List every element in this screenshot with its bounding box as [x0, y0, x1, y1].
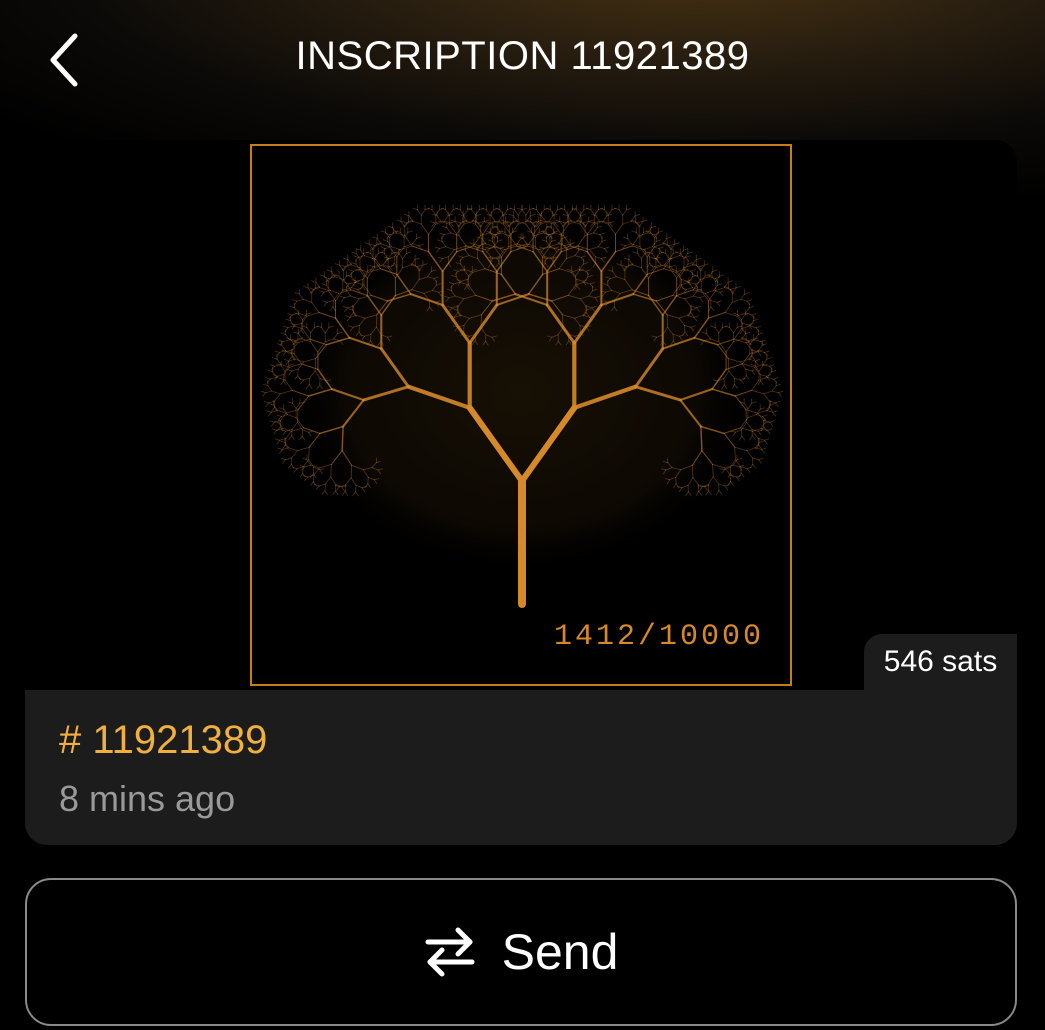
inscription-card[interactable]: 1412/10000 546 sats # 11921389 8 mins ag…	[25, 140, 1017, 845]
page-title: INSCRIPTION 11921389	[295, 34, 750, 78]
timestamp: 8 mins ago	[59, 778, 236, 819]
send-label: Send	[501, 924, 619, 980]
price-badge: 546 sats	[864, 634, 1017, 690]
header: INSCRIPTION 11921389	[0, 0, 1045, 120]
edition-number: 1412/10000	[553, 620, 764, 654]
fractal-tree-image	[260, 204, 784, 608]
inscription-info: # 11921389 8 mins ago	[25, 690, 1017, 845]
send-button[interactable]: Send	[25, 878, 1017, 1026]
inscription-artwork: 1412/10000	[250, 144, 792, 686]
swap-arrows-icon	[425, 927, 475, 977]
inscription-number: # 11921389	[59, 718, 268, 762]
